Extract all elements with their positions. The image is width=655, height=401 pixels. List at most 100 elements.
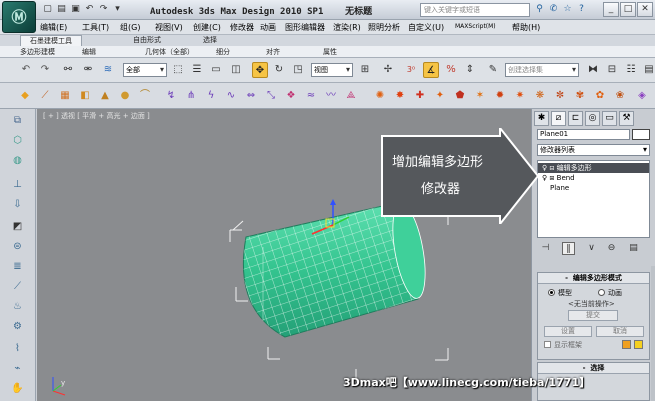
effects-icon[interactable]: ❀ xyxy=(612,88,628,104)
menu-graph-editors[interactable]: 图形编辑器 xyxy=(285,22,325,33)
pivot-center-icon[interactable]: ⊞ xyxy=(357,62,373,78)
bend-modifier-icon[interactable]: ↯ xyxy=(163,88,179,104)
ffd-modifier-icon[interactable]: ❖ xyxy=(283,88,299,104)
rotate-icon[interactable]: ↻ xyxy=(271,62,287,78)
menu-create[interactable]: 创建(C) xyxy=(193,22,221,33)
arrow-down-tool-icon[interactable]: ⇩ xyxy=(10,197,25,212)
menu-rendering[interactable]: 渲染(R) xyxy=(333,22,361,33)
cage-selected-color-swatch[interactable] xyxy=(634,340,643,349)
settings-button[interactable]: 设置 xyxy=(544,326,592,337)
selection-rollout-header[interactable]: - 选择 xyxy=(538,363,649,374)
rect-selection-icon[interactable]: ▭ xyxy=(208,62,224,78)
teapot-icon[interactable]: ⌒ xyxy=(137,88,153,104)
motion-tab-icon[interactable]: ◎ xyxy=(585,111,600,126)
mirror-icon[interactable]: ⧓ xyxy=(585,62,601,78)
noise-modifier-icon[interactable]: ∿ xyxy=(223,88,239,104)
material-editor-icon[interactable]: ✿ xyxy=(592,88,608,104)
select-by-name-icon[interactable]: ☰ xyxy=(189,62,205,78)
utilities-tab-icon[interactable]: ⚒ xyxy=(619,111,634,126)
scale-icon[interactable]: ◳ xyxy=(290,62,306,78)
pin-stack-icon[interactable]: ⊣ xyxy=(539,242,552,255)
stack-tool-icon[interactable]: ⊜ xyxy=(10,239,25,254)
help-icon[interactable]: ? xyxy=(575,3,588,16)
checker-icon[interactable]: ◩ xyxy=(10,219,25,234)
panel-subdivision[interactable]: 细分 xyxy=(216,47,230,57)
bind-spacewarp-icon[interactable]: ≋ xyxy=(100,62,116,78)
modifier-list-dropdown[interactable]: 修改器列表 xyxy=(537,144,650,156)
new-icon[interactable]: ▢ xyxy=(42,4,53,15)
make-unique-icon[interactable]: ∨ xyxy=(585,242,598,255)
paint-tool-icon[interactable]: ⌁ xyxy=(10,361,25,376)
object-name-field[interactable]: Plane01 xyxy=(537,129,630,140)
redo-icon[interactable]: ↷ xyxy=(98,4,109,15)
align-icon[interactable]: ⊟ xyxy=(604,62,620,78)
spinner-snap-icon[interactable]: ⇕ xyxy=(462,62,478,78)
hierarchy-tab-icon[interactable]: ⊏ xyxy=(568,111,583,126)
skew-modifier-icon[interactable]: ⟁ xyxy=(343,88,359,104)
percent-snap-icon[interactable]: % xyxy=(443,62,459,78)
brush-tool-icon[interactable]: ⟋ xyxy=(10,279,25,294)
menu-help[interactable]: 帮助(H) xyxy=(512,22,540,33)
move-icon[interactable]: ✥ xyxy=(252,62,268,78)
hand-tool-icon[interactable]: ✋ xyxy=(10,381,25,396)
sphere-tool-icon[interactable]: ◍ xyxy=(10,153,25,168)
save-icon[interactable]: ▣ xyxy=(70,4,81,15)
camera-icon[interactable]: ✸ xyxy=(392,88,408,104)
box-icon[interactable]: ◆ xyxy=(17,88,33,104)
named-selection-dropdown[interactable]: 创建选择集 xyxy=(505,63,579,77)
panel-edit[interactable]: 编辑 xyxy=(82,47,96,57)
render-frame-icon[interactable]: ❋ xyxy=(532,88,548,104)
create-tab-icon[interactable]: ✱ xyxy=(534,111,549,126)
menu-group[interactable]: 组(G) xyxy=(120,22,140,33)
cone-icon[interactable]: ▲ xyxy=(97,88,113,104)
redo-icon[interactable]: ↷ xyxy=(37,62,53,78)
scene-explorer-icon[interactable]: ◈ xyxy=(634,88,650,104)
cancel-button[interactable]: 取消 xyxy=(596,326,644,337)
model-radio[interactable] xyxy=(548,289,555,296)
modify-tab-icon[interactable]: ⧄ xyxy=(551,111,566,126)
wave-modifier-icon[interactable]: 〰 xyxy=(323,88,339,104)
command-panel-scrollbar[interactable] xyxy=(651,266,655,401)
window-crossing-icon[interactable]: ◫ xyxy=(228,62,244,78)
select-manipulate-icon[interactable]: ✢ xyxy=(380,62,396,78)
stack-item-bend[interactable]: ♀ ⊞ Bend xyxy=(538,173,649,183)
remove-modifier-icon[interactable]: ⊖ xyxy=(605,242,618,255)
stack-item-plane[interactable]: Plane xyxy=(538,183,649,193)
object-color-swatch[interactable] xyxy=(632,129,650,140)
binoculars-icon[interactable]: ⚲ xyxy=(533,3,546,16)
menu-animation[interactable]: 动画 xyxy=(260,22,276,33)
undo-icon[interactable]: ↶ xyxy=(18,62,34,78)
menu-customize[interactable]: 自定义(U) xyxy=(408,22,444,33)
graphite-toggle-icon[interactable]: ▤ xyxy=(641,62,655,78)
cage-color-swatch[interactable] xyxy=(622,340,631,349)
line-icon[interactable]: ⟋ xyxy=(37,88,53,104)
animate-radio[interactable] xyxy=(598,289,605,296)
ripple-modifier-icon[interactable]: ≈ xyxy=(303,88,319,104)
ref-coord-dropdown[interactable]: 视图 xyxy=(311,63,353,77)
render-setup-icon[interactable]: ✷ xyxy=(512,88,528,104)
cube-icon[interactable]: ◧ xyxy=(77,88,93,104)
quick-render-icon[interactable]: ✼ xyxy=(552,88,568,104)
panel-properties[interactable]: 属性 xyxy=(323,47,337,57)
compound-icon[interactable]: ✹ xyxy=(492,88,508,104)
close-button[interactable]: ✕ xyxy=(637,2,653,17)
shell-tool-icon[interactable]: ⚙ xyxy=(10,319,25,334)
app-logo[interactable]: Ⓜ xyxy=(2,1,36,33)
light-icon[interactable]: ✺ xyxy=(372,88,388,104)
show-cage-checkbox[interactable] xyxy=(544,341,551,348)
cube-select-icon[interactable]: ⧉ xyxy=(10,113,25,128)
helper-icon[interactable]: ✚ xyxy=(412,88,428,104)
menu-lighting-analysis[interactable]: 照明分析 xyxy=(368,22,400,33)
menu-tools[interactable]: 工具(T) xyxy=(82,22,109,33)
rollout-header[interactable]: - 编辑多边形模式 xyxy=(538,273,649,284)
layer-manager-icon[interactable]: ☷ xyxy=(623,62,639,78)
menu-view[interactable]: 视图(V) xyxy=(155,22,183,33)
panel-polygon-modeling[interactable]: 多边形建模 xyxy=(20,47,55,57)
selection-filter-dropdown[interactable]: 全部 xyxy=(123,63,167,77)
display-tab-icon[interactable]: ▭ xyxy=(602,111,617,126)
environment-icon[interactable]: ✾ xyxy=(572,88,588,104)
edit-named-selection-icon[interactable]: ✎ xyxy=(485,62,501,78)
menu-maxscript[interactable]: MAXScript(M) xyxy=(455,23,496,30)
minimize-button[interactable]: _ xyxy=(603,2,619,17)
link-icon[interactable]: ⚯ xyxy=(60,62,76,78)
